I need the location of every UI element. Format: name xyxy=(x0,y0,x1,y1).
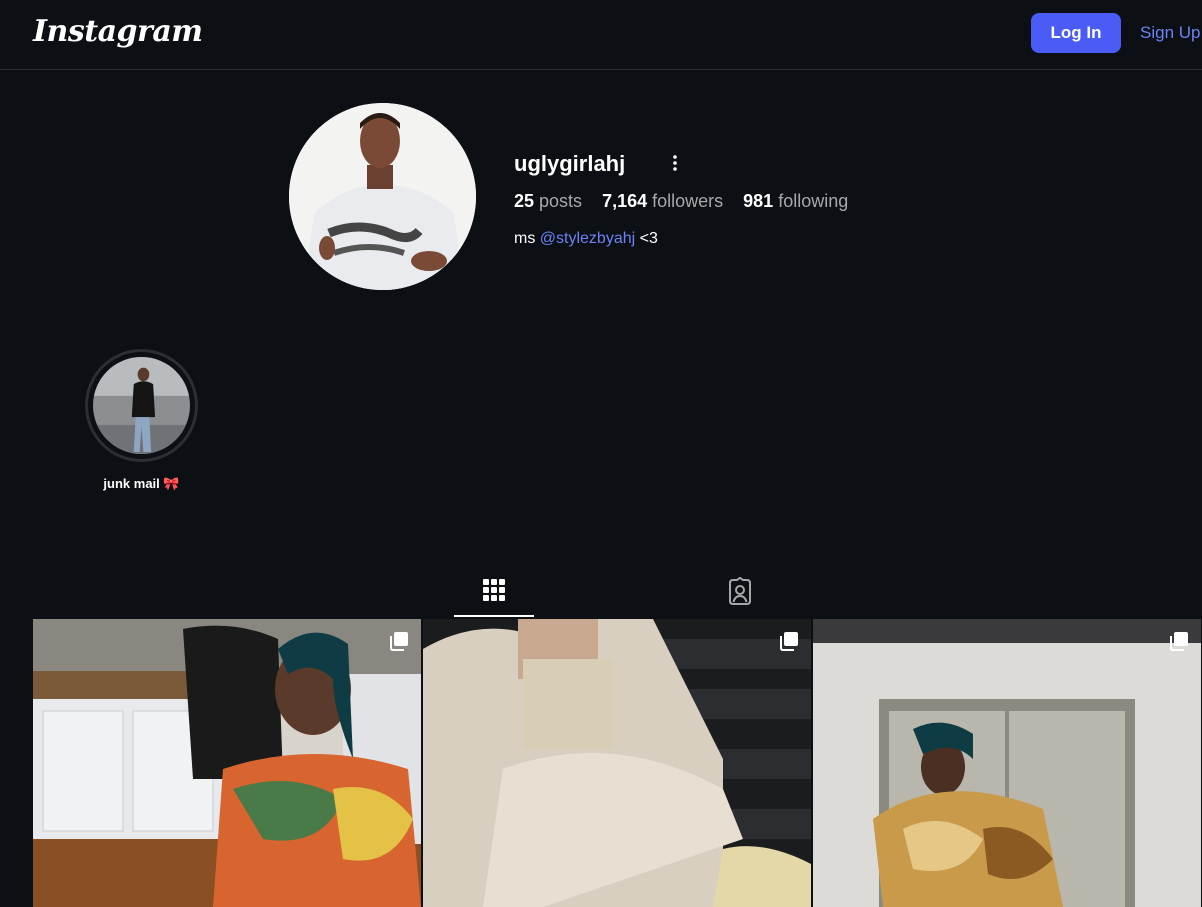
following-stat[interactable]: 981 following xyxy=(743,191,848,212)
more-options-button[interactable] xyxy=(664,152,686,174)
instagram-logo[interactable]: Instagram xyxy=(33,14,203,49)
post-thumbnail[interactable] xyxy=(423,619,811,907)
following-count: 981 xyxy=(743,191,774,211)
highlight-label: junk mail 🎀 xyxy=(103,476,180,491)
post-photo xyxy=(423,619,811,907)
signup-link[interactable]: Sign Up xyxy=(1140,23,1200,43)
highlight-thumbnail xyxy=(93,357,190,454)
profile-bio: ms @stylezbyahj <3 xyxy=(514,230,658,248)
grid-icon xyxy=(483,579,505,601)
multi-photo-icon xyxy=(390,632,408,651)
tab-tagged[interactable] xyxy=(700,565,780,617)
top-nav-bar: Instagram Log In Sign Up xyxy=(0,0,1202,70)
followers-stat[interactable]: 7,164 followers xyxy=(602,191,723,212)
post-thumbnail[interactable] xyxy=(33,619,421,907)
tab-posts[interactable] xyxy=(454,565,534,617)
post-photo xyxy=(813,619,1201,907)
multi-photo-icon xyxy=(1170,632,1188,651)
post-thumbnail[interactable] xyxy=(813,619,1201,907)
multi-photo-icon xyxy=(780,632,798,651)
profile-username: uglygirlahj xyxy=(514,151,626,176)
bio-suffix: <3 xyxy=(639,230,658,247)
posts-count: 25 xyxy=(514,191,535,211)
posts-stat: 25 posts xyxy=(514,191,582,212)
highlight-photo xyxy=(93,357,190,454)
profile-stats: 25 posts 7,164 followers 981 following xyxy=(514,191,848,212)
tagged-icon xyxy=(729,577,751,605)
following-label: following xyxy=(778,191,849,211)
bio-mention-link[interactable]: @stylezbyahj xyxy=(540,230,635,247)
posts-label: posts xyxy=(539,191,583,211)
posts-grid xyxy=(33,619,1202,907)
login-button[interactable]: Log In xyxy=(1031,13,1121,53)
post-photo xyxy=(33,619,421,907)
more-options-icon xyxy=(673,155,677,171)
story-highlight[interactable] xyxy=(85,349,198,462)
followers-count: 7,164 xyxy=(602,191,648,211)
profile-avatar[interactable] xyxy=(289,103,476,290)
followers-label: followers xyxy=(652,191,724,211)
avatar-photo xyxy=(289,103,476,290)
bio-prefix: ms xyxy=(514,230,536,247)
